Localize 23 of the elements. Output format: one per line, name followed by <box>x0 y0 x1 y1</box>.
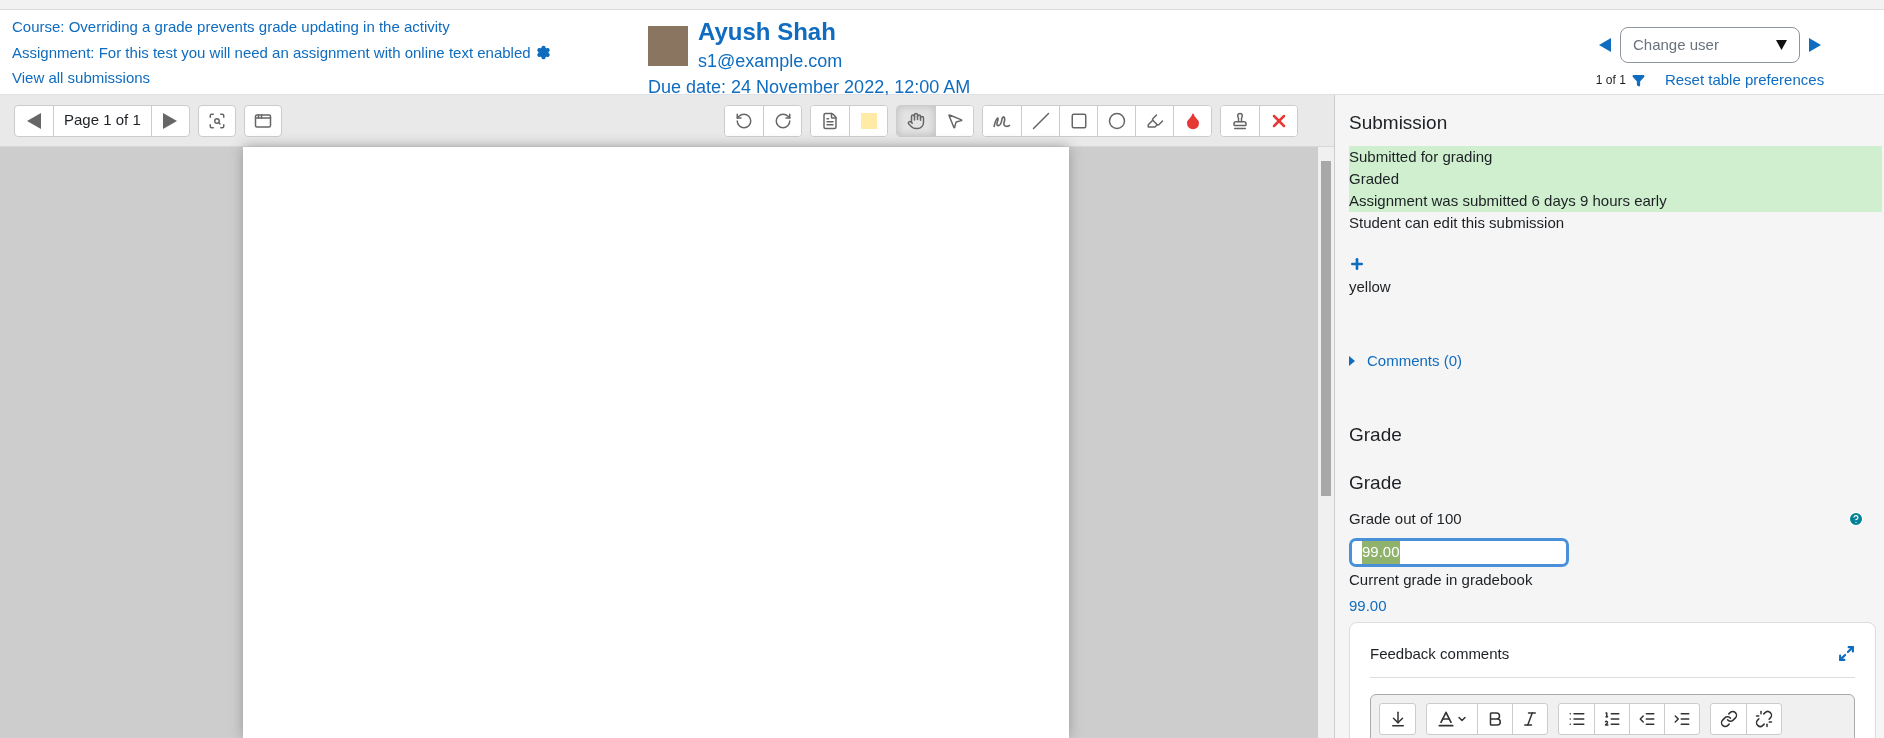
reset-table-preferences-link[interactable]: Reset table preferences <box>1664 69 1825 92</box>
user-name[interactable]: Ayush Shah <box>698 16 971 48</box>
grade-heading: Grade <box>1349 422 1403 447</box>
submission-heading: Submission <box>1349 111 1449 135</box>
header-link[interactable]: View all submissions <box>12 67 151 90</box>
current-grade-link[interactable]: 99.00 <box>1349 595 1882 618</box>
online-text: yellow <box>1349 276 1392 297</box>
submission-status: Submitted for grading <box>1349 145 1882 168</box>
page-label: Page 1 of 1 <box>54 105 152 136</box>
submission-status: Student can edit this submission <box>1349 212 1566 233</box>
header-link[interactable]: Course: Overriding a grade prevents grade updating in the activity <box>12 16 450 39</box>
feedback-title: Feedback comments <box>1370 643 1510 664</box>
change-user-select[interactable]: Change user <box>1620 27 1800 63</box>
user-email: s1@example.com <box>698 50 844 73</box>
grade-subheading: Grade <box>1349 471 1403 495</box>
comments-toggle[interactable]: Comments (0) <box>1349 350 1463 373</box>
due-date: Due date: 24 November 2022, 12:00 AM <box>648 76 971 99</box>
current-grade-label: Current grade in gradebook <box>1349 569 1534 590</box>
header-link[interactable]: Assignment: For this test you will need an assignment with online text enabled <box>12 41 531 64</box>
user-count: 1 of 1 <box>1595 72 1626 90</box>
grade-label: Grade out of 100 <box>1349 508 1462 529</box>
submission-status: Assignment was submitted 6 days 9 hours early <box>1349 189 1882 212</box>
submission-status: Graded <box>1349 167 1882 190</box>
